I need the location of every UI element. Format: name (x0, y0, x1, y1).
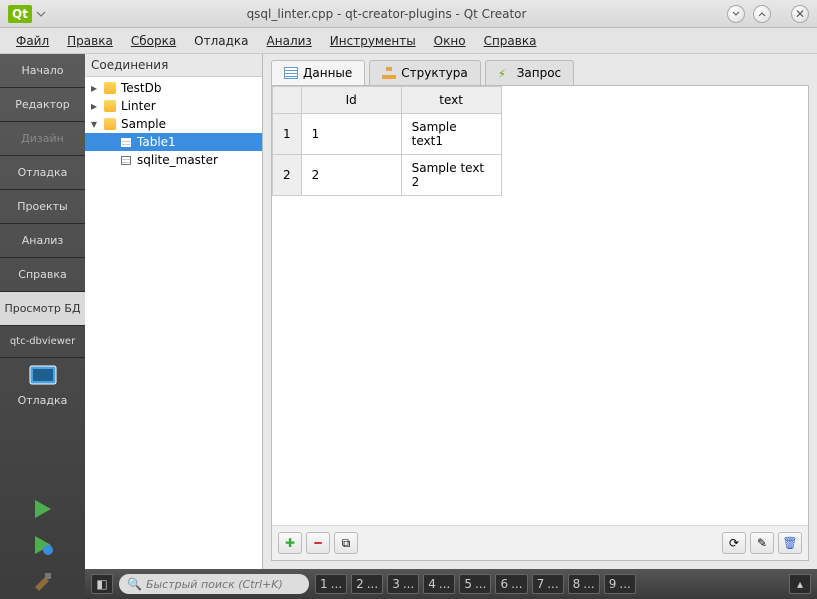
cell-id[interactable]: 1 (301, 114, 401, 155)
search-icon: 🔍 (127, 577, 142, 591)
tree-node-testdb[interactable]: ▸ TestDb (85, 79, 262, 97)
database-icon (104, 82, 116, 94)
menu-debug[interactable]: Отладка (186, 30, 256, 52)
maximize-button[interactable] (753, 5, 771, 23)
toggle-sidebar-button[interactable]: ◧ (91, 574, 113, 594)
run-debug-button[interactable] (0, 527, 85, 563)
trash-button[interactable]: 🗑 (778, 532, 802, 554)
structure-icon (382, 67, 396, 79)
quick-search[interactable]: 🔍 (119, 574, 309, 594)
connections-tree[interactable]: ▸ TestDb ▸ Linter ▾ Sample (85, 77, 262, 569)
minimize-button[interactable] (727, 5, 745, 23)
row-header-corner (273, 87, 302, 114)
edit-button[interactable]: ✎ (750, 532, 774, 554)
up-button[interactable]: ▴ (789, 574, 811, 594)
tab-structure[interactable]: Структура (369, 60, 480, 85)
cell-text[interactable]: Sample text1 (401, 114, 501, 155)
column-header-text[interactable]: text (401, 87, 501, 114)
output-pane-2[interactable]: 2... (351, 574, 383, 594)
window-title: qsql_linter.cpp - qt-creator-plugins - Q… (46, 7, 727, 21)
database-icon (104, 118, 116, 130)
menu-tools[interactable]: Инструменты (322, 30, 424, 52)
statusbar: ◧ 🔍 1...2...3...4...5...6...7...8...9...… (85, 569, 817, 599)
mode-editor[interactable]: Редактор (0, 88, 85, 122)
table-toolbar: ✚ ━ ⧉ ⟳ ✎ 🗑 (272, 525, 808, 560)
table-row[interactable]: 2 2 Sample text 2 (273, 155, 502, 196)
mode-welcome[interactable]: Начало (0, 54, 85, 88)
app-icon: Qt (8, 5, 32, 23)
mode-debug[interactable]: Отладка (0, 156, 85, 190)
expand-icon[interactable]: ▸ (91, 81, 103, 95)
data-table[interactable]: Id text 1 1 Sample text1 2 (272, 86, 502, 196)
column-header-id[interactable]: Id (301, 87, 401, 114)
table-icon (121, 138, 131, 147)
menu-build[interactable]: Сборка (123, 30, 184, 52)
delete-row-button[interactable]: ━ (306, 532, 330, 554)
refresh-button[interactable]: ⟳ (722, 532, 746, 554)
database-icon (104, 100, 116, 112)
output-pane-4[interactable]: 4... (423, 574, 455, 594)
kit-selector[interactable]: qtc-dbviewer (0, 326, 85, 358)
tree-node-sample[interactable]: ▾ Sample (85, 115, 262, 133)
build-button[interactable] (0, 563, 85, 599)
tree-header: Соединения (85, 54, 262, 77)
target-icon[interactable] (0, 358, 85, 394)
target-label: Отладка (0, 394, 85, 417)
run-button[interactable] (0, 491, 85, 527)
menu-help[interactable]: Справка (476, 30, 545, 52)
close-button[interactable]: ✕ (791, 5, 809, 23)
output-pane-3[interactable]: 3... (387, 574, 419, 594)
row-number: 1 (273, 114, 302, 155)
tab-query[interactable]: ⚡ Запрос (485, 60, 574, 85)
tree-node-linter[interactable]: ▸ Linter (85, 97, 262, 115)
menu-file[interactable]: Файл (8, 30, 57, 52)
mode-projects[interactable]: Проекты (0, 190, 85, 224)
menu-analyze[interactable]: Анализ (259, 30, 320, 52)
window-titlebar: Qt qsql_linter.cpp - qt-creator-plugins … (0, 0, 817, 28)
quick-search-input[interactable] (146, 578, 301, 591)
mode-help[interactable]: Справка (0, 258, 85, 292)
mode-sidebar: Начало Редактор Дизайн Отладка Проекты А… (0, 54, 85, 599)
table-icon (121, 156, 131, 165)
tree-node-table1[interactable]: Table1 (85, 133, 262, 151)
mode-dbviewer[interactable]: Просмотр БД (0, 292, 85, 326)
cell-id[interactable]: 2 (301, 155, 401, 196)
tree-node-sqlite-master[interactable]: sqlite_master (85, 151, 262, 169)
menu-edit[interactable]: Правка (59, 30, 121, 52)
collapse-icon[interactable]: ▾ (91, 117, 103, 131)
mode-design: Дизайн (0, 122, 85, 156)
expand-icon[interactable]: ▸ (91, 99, 103, 113)
add-row-button[interactable]: ✚ (278, 532, 302, 554)
output-pane-5[interactable]: 5... (459, 574, 491, 594)
output-pane-6[interactable]: 6... (495, 574, 527, 594)
output-pane-1[interactable]: 1... (315, 574, 347, 594)
cell-text[interactable]: Sample text 2 (401, 155, 501, 196)
output-pane-9[interactable]: 9... (604, 574, 636, 594)
row-number: 2 (273, 155, 302, 196)
menubar: Файл Правка Сборка Отладка Анализ Инстру… (0, 28, 817, 54)
menu-window[interactable]: Окно (426, 30, 474, 52)
output-pane-8[interactable]: 8... (568, 574, 600, 594)
copy-button[interactable]: ⧉ (334, 532, 358, 554)
tab-data[interactable]: Данные (271, 60, 365, 85)
mode-analyze[interactable]: Анализ (0, 224, 85, 258)
dropdown-icon[interactable] (36, 9, 46, 19)
data-icon (284, 67, 298, 79)
output-pane-7[interactable]: 7... (532, 574, 564, 594)
query-icon: ⚡ (498, 67, 512, 79)
table-row[interactable]: 1 1 Sample text1 (273, 114, 502, 155)
tab-bar: Данные Структура ⚡ Запрос (263, 54, 817, 85)
